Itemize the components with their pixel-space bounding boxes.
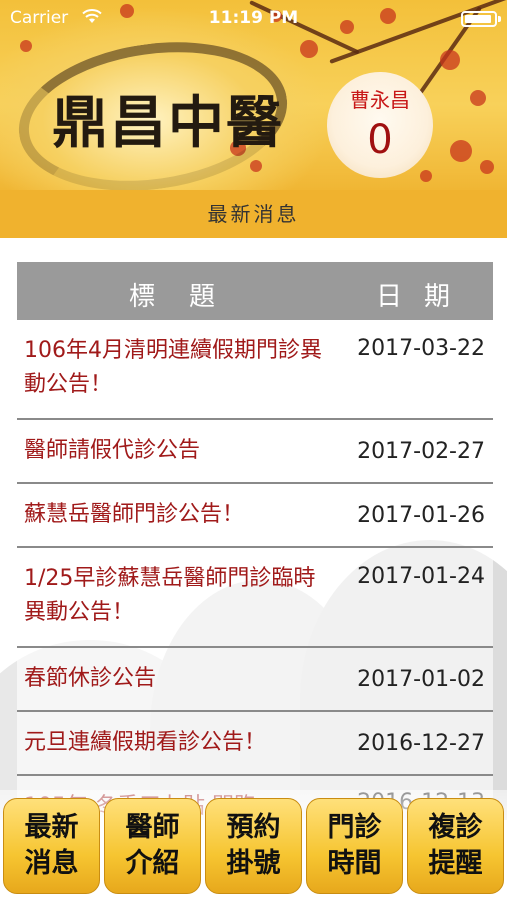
news-row[interactable]: 蘇慧岳醫師門診公告！ 2017-01-26 [17,484,493,548]
news-date: 2017-02-27 [357,439,485,464]
nav-label: 醫師介紹 [125,812,180,879]
news-date: 2017-01-02 [357,667,485,692]
news-table: 標題 日期 106年4月清明連續假期門診異動公告！ 2017-03-22 醫師請… [17,262,493,836]
bottom-nav: 最新消息 醫師介紹 預約掛號 門診時間 複診提醒 [0,790,507,900]
status-time: 11:19 PM [208,8,299,28]
nav-doctors-button[interactable]: 醫師介紹 [104,798,201,894]
nav-label: 最新消息 [24,812,79,879]
nav-label: 複診提醒 [428,812,483,879]
nav-latest-news-button[interactable]: 最新消息 [3,798,100,894]
news-date: 2016-12-27 [357,731,485,756]
news-row[interactable]: 1/25早診蘇慧岳醫師門診臨時異動公告！ 2017-01-24 [17,548,493,648]
nav-label: 預約掛號 [226,812,281,879]
user-badge[interactable]: 曹永昌 0 [327,72,433,178]
news-row[interactable]: 醫師請假代診公告 2017-02-27 [17,420,493,484]
news-date: 2017-01-26 [357,503,485,528]
news-title: 1/25早診蘇慧岳醫師門診臨時異動公告！ [24,566,316,625]
nav-appointment-button[interactable]: 預約掛號 [205,798,302,894]
news-row[interactable]: 元旦連續假期看診公告！ 2016-12-27 [17,712,493,776]
news-date: 2017-01-24 [357,564,485,589]
column-header-date: 日期 [375,282,472,312]
nav-clinic-hours-button[interactable]: 門診時間 [306,798,403,894]
nav-label: 門診時間 [327,812,382,879]
clinic-logo: 鼎昌中醫 [52,90,284,156]
news-row[interactable]: 106年4月清明連續假期門診異動公告！ 2017-03-22 [17,320,493,420]
column-header-title: 標題 [128,282,249,312]
user-name: 曹永昌 [350,88,410,112]
news-title: 106年4月清明連續假期門診異動公告！ [24,338,322,397]
news-date: 2017-03-22 [357,336,485,361]
news-list: 106年4月清明連續假期門診異動公告！ 2017-03-22 醫師請假代診公告 … [17,320,493,836]
news-row[interactable]: 春節休診公告 2017-01-02 [17,648,493,712]
table-header: 標題 日期 [17,262,493,320]
battery-icon [461,11,501,27]
status-bar: Carrier 11:19 PM [0,0,507,38]
nav-revisit-reminder-button[interactable]: 複診提醒 [407,798,504,894]
notification-count: 0 [367,117,393,163]
section-title: 最新消息 [0,190,507,238]
